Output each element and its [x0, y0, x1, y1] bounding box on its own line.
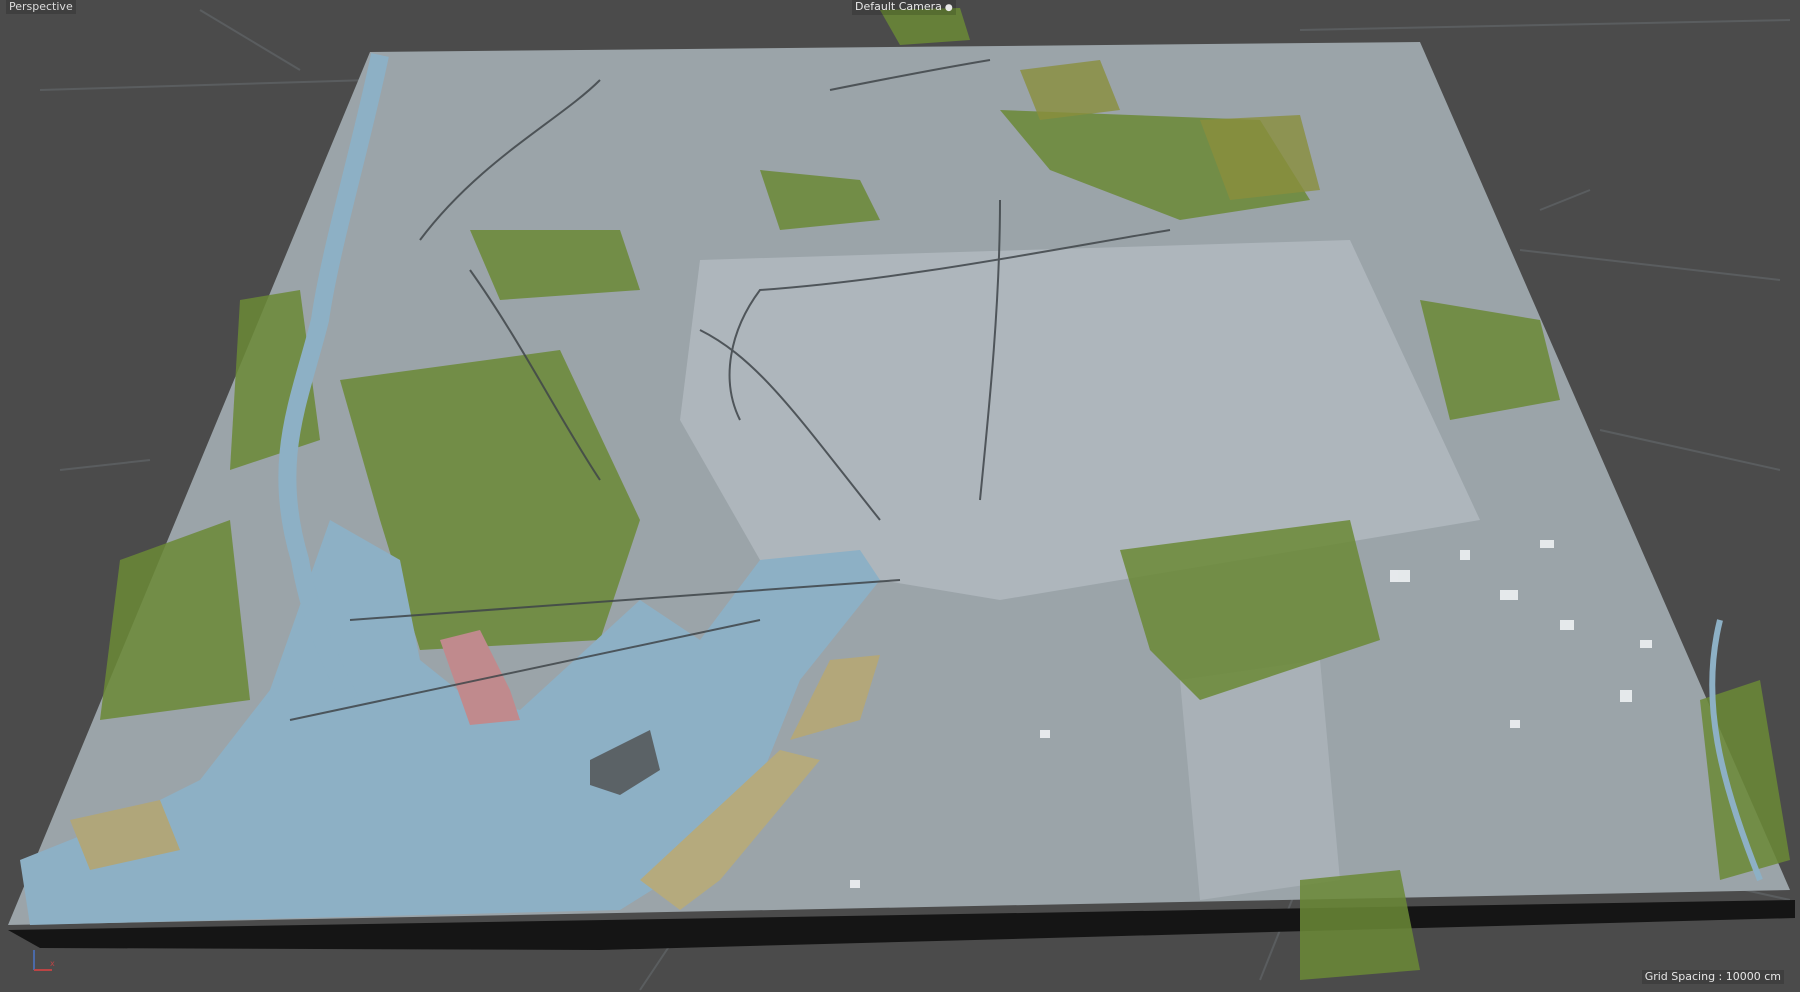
- grid-spacing-label: Grid Spacing : 10000 cm: [1641, 970, 1784, 984]
- 3d-viewport[interactable]: x Perspective Default Camera ● Grid Spaci…: [0, 0, 1800, 992]
- svg-text:x: x: [50, 959, 55, 968]
- view-name-label[interactable]: Perspective: [6, 0, 76, 14]
- terrain-map-scene: [8, 8, 1795, 991]
- camera-label[interactable]: Default Camera ●: [852, 0, 956, 15]
- axis-gizmo: x: [33, 950, 55, 971]
- camera-icon: ●: [944, 3, 953, 13]
- camera-name: Default Camera: [855, 0, 942, 13]
